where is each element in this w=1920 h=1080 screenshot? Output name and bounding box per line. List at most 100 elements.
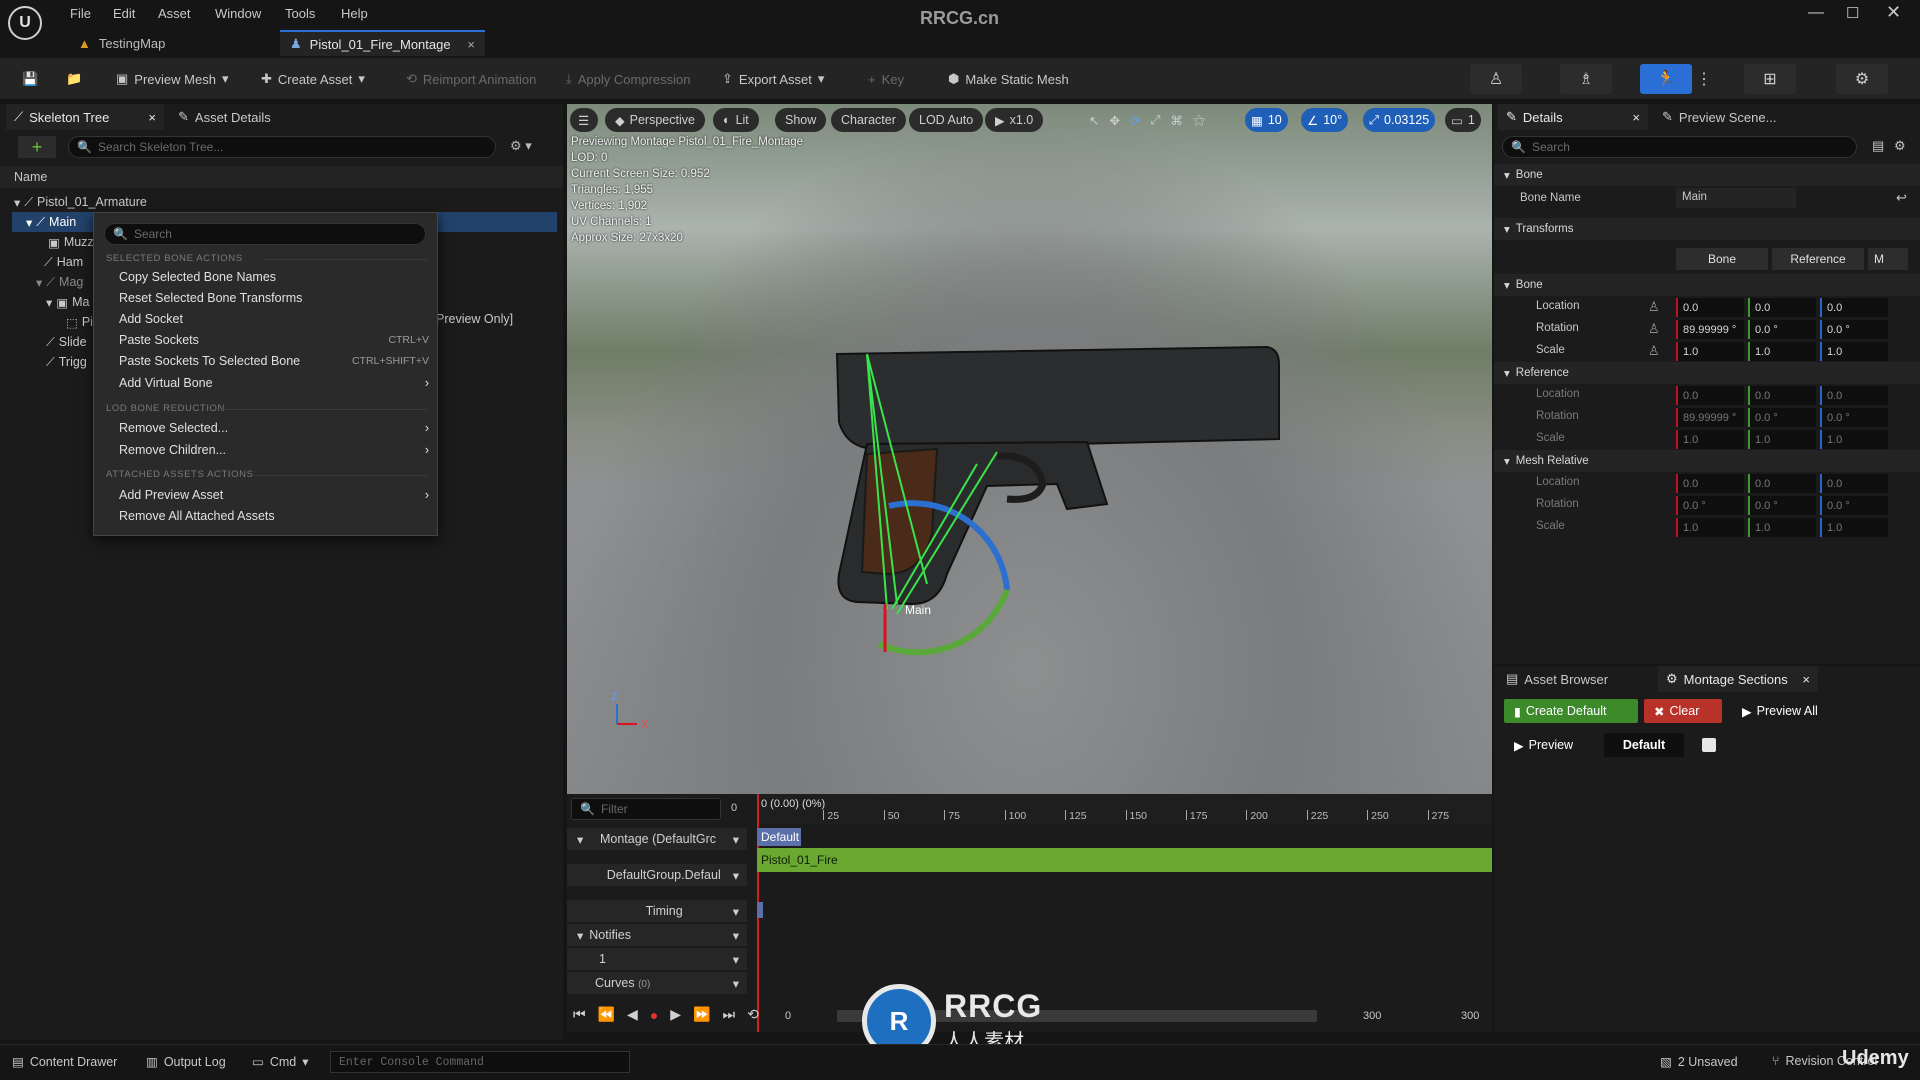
group-track-header[interactable]: DefaultGroup.Defaul ▾ bbox=[567, 864, 747, 886]
tab-montage[interactable]: ♟ Pistol_01_Fire_Montage × bbox=[280, 30, 485, 56]
minimize-icon[interactable]: — bbox=[1808, 4, 1824, 22]
menu-file[interactable]: File bbox=[70, 6, 91, 21]
tree-item-armature[interactable]: ▾ ⟋ Pistol_01_Armature bbox=[14, 192, 147, 212]
value-location-y[interactable]: 0.0 bbox=[1748, 386, 1816, 405]
tree-item-hammer[interactable]: ⟋ Ham bbox=[44, 252, 83, 272]
animation-mode-icon[interactable]: 🏃 bbox=[1640, 64, 1692, 94]
bone-name-value[interactable]: Main bbox=[1676, 188, 1796, 208]
dropdown-icon[interactable]: ▾ bbox=[733, 952, 739, 967]
segment-reference[interactable]: Reference bbox=[1772, 248, 1864, 270]
dropdown-icon[interactable]: ▾ bbox=[733, 976, 739, 991]
section-checkbox[interactable] bbox=[1702, 738, 1716, 752]
curves-track-header[interactable]: Curves (0) ▾ bbox=[567, 972, 747, 994]
value-rotation-y[interactable]: 0.0 ° bbox=[1748, 408, 1816, 427]
value-rotation-z[interactable]: 0.0 ° bbox=[1820, 496, 1888, 515]
tab-details[interactable]: ✎ Details × bbox=[1498, 104, 1648, 130]
play-icon[interactable]: ▶ bbox=[670, 1006, 681, 1023]
tab-testingmap[interactable]: ▲ TestingMap bbox=[68, 30, 278, 56]
more-options-icon[interactable]: ⋮ bbox=[1694, 64, 1714, 94]
value-scale-x[interactable]: 1.0 bbox=[1676, 342, 1744, 361]
settings-gear-icon[interactable]: ⚙ ▾ bbox=[510, 138, 532, 154]
reset-arrow-icon[interactable]: ↩ bbox=[1896, 190, 1907, 206]
loop-icon[interactable]: ⟲ bbox=[747, 1006, 759, 1023]
unreal-logo-icon[interactable]: U bbox=[8, 6, 42, 40]
tab-montage-sections[interactable]: ⚙ Montage Sections × bbox=[1658, 666, 1818, 692]
space-toggle-icon[interactable]: ♙ bbox=[1648, 321, 1660, 337]
section-bone[interactable]: ▾ Bone bbox=[1494, 164, 1920, 186]
close-window-icon[interactable]: ✕ bbox=[1886, 2, 1901, 23]
value-scale-y[interactable]: 1.0 bbox=[1748, 430, 1816, 449]
paste-sockets-item[interactable]: Paste Sockets CTRL+V bbox=[119, 330, 429, 350]
physics-mode-icon[interactable]: ⚙ bbox=[1836, 64, 1888, 94]
step-back-icon[interactable]: ⏪ bbox=[598, 1006, 615, 1023]
remove-selected-item[interactable]: Remove Selected... › bbox=[119, 418, 429, 438]
export-asset-button[interactable]: ⇪ Export Asset ▾ bbox=[716, 66, 830, 92]
notify-track-1[interactable]: 1 ▾ bbox=[567, 948, 747, 970]
value-location-x[interactable]: 0.0 bbox=[1676, 474, 1744, 493]
mesh-mode-icon[interactable]: ♗ bbox=[1560, 64, 1612, 94]
value-scale-y[interactable]: 1.0 bbox=[1748, 342, 1816, 361]
table-view-icon[interactable]: ▤ bbox=[1872, 138, 1884, 154]
tab-asset-details[interactable]: ✎ Asset Details bbox=[170, 104, 279, 130]
value-rotation-z[interactable]: 0.0 ° bbox=[1820, 320, 1888, 339]
create-default-button[interactable]: ▮ Create Default bbox=[1504, 699, 1638, 723]
value-scale-x[interactable]: 1.0 bbox=[1676, 430, 1744, 449]
viewport[interactable]: ☰ ◆ Perspective ◐ Lit Show Character LOD A… bbox=[567, 104, 1492, 794]
value-scale-z[interactable]: 1.0 bbox=[1820, 342, 1888, 361]
menu-tools[interactable]: Tools bbox=[285, 6, 315, 21]
skip-end-icon[interactable]: ⏭ bbox=[723, 1006, 736, 1023]
maximize-icon[interactable]: ☐ bbox=[1846, 4, 1859, 22]
remove-attached-item[interactable]: Remove All Attached Assets bbox=[119, 506, 429, 526]
settings-gear-icon[interactable]: ⚙ bbox=[1894, 138, 1906, 154]
value-scale-z[interactable]: 1.0 bbox=[1820, 518, 1888, 537]
skeleton-search-input[interactable]: 🔍 Search Skeleton Tree... bbox=[68, 136, 496, 158]
dropdown-icon[interactable]: ▾ bbox=[733, 904, 739, 919]
apply-compression-button[interactable]: ⤓ Apply Compression bbox=[560, 66, 696, 92]
section-default-marker[interactable]: Default bbox=[757, 828, 801, 846]
save-icon[interactable]: 💾 bbox=[16, 66, 44, 92]
close-icon[interactable]: × bbox=[1802, 672, 1810, 687]
copy-bone-names-item[interactable]: Copy Selected Bone Names bbox=[119, 267, 429, 287]
output-log-button[interactable]: ▥ Output Log bbox=[146, 1054, 226, 1070]
tree-item-magazine[interactable]: ▾ ⟋ Mag bbox=[36, 272, 83, 292]
menu-window[interactable]: Window bbox=[215, 6, 261, 21]
blueprint-mode-icon[interactable]: ⊞ bbox=[1744, 64, 1796, 94]
value-rotation-x[interactable]: 89.99999 ° bbox=[1676, 320, 1744, 339]
tree-item-trigger[interactable]: ⟋ Trigg bbox=[46, 352, 87, 372]
details-search-input[interactable]: 🔍 Search bbox=[1502, 136, 1857, 158]
value-rotation-y[interactable]: 0.0 ° bbox=[1748, 320, 1816, 339]
browse-icon[interactable]: 📁 bbox=[60, 66, 88, 92]
value-location-z[interactable]: 0.0 bbox=[1820, 298, 1888, 317]
clear-button[interactable]: ✖ Clear bbox=[1644, 699, 1722, 723]
content-drawer-button[interactable]: ▤ Content Drawer bbox=[12, 1054, 117, 1070]
group-mesh-relative[interactable]: ▾ Mesh Relative bbox=[1494, 450, 1920, 472]
value-rotation-x[interactable]: 0.0 ° bbox=[1676, 496, 1744, 515]
value-scale-y[interactable]: 1.0 bbox=[1748, 518, 1816, 537]
console-command-input[interactable]: Enter Console Command bbox=[330, 1051, 630, 1073]
menu-edit[interactable]: Edit bbox=[113, 6, 135, 21]
create-asset-button[interactable]: ✚ Create Asset ▾ bbox=[255, 66, 371, 92]
step-forward-icon[interactable]: ⏩ bbox=[693, 1006, 710, 1023]
remove-children-item[interactable]: Remove Children... › bbox=[119, 440, 429, 460]
menu-asset[interactable]: Asset bbox=[158, 6, 191, 21]
value-rotation-x[interactable]: 89.99999 ° bbox=[1676, 408, 1744, 427]
dropdown-icon[interactable]: ▾ bbox=[733, 832, 739, 847]
value-location-x[interactable]: 0.0 bbox=[1676, 298, 1744, 317]
montage-segment[interactable]: Pistol_01_Fire bbox=[757, 848, 1492, 872]
add-socket-item[interactable]: Add Socket bbox=[119, 309, 429, 329]
space-toggle-icon[interactable]: ♙ bbox=[1648, 299, 1660, 315]
skip-start-icon[interactable]: ⏮ bbox=[573, 1006, 586, 1023]
segment-bone[interactable]: Bone bbox=[1676, 248, 1768, 270]
menu-help[interactable]: Help bbox=[341, 6, 368, 21]
reset-transforms-item[interactable]: Reset Selected Bone Transforms bbox=[119, 288, 429, 308]
preview-mesh-button[interactable]: ▣ Preview Mesh ▾ bbox=[110, 66, 234, 92]
space-toggle-icon[interactable]: ♙ bbox=[1648, 343, 1660, 359]
value-location-z[interactable]: 0.0 bbox=[1820, 386, 1888, 405]
context-search-input[interactable]: 🔍 Search bbox=[104, 223, 426, 245]
value-rotation-z[interactable]: 0.0 ° bbox=[1820, 408, 1888, 427]
tab-asset-browser[interactable]: ▤ Asset Browser bbox=[1498, 666, 1656, 692]
close-icon[interactable]: × bbox=[1632, 110, 1640, 125]
make-static-mesh-button[interactable]: ⬢ Make Static Mesh bbox=[942, 66, 1075, 92]
key-button[interactable]: + Key bbox=[862, 66, 910, 92]
unsaved-button[interactable]: ▧ 2 Unsaved bbox=[1660, 1054, 1738, 1070]
